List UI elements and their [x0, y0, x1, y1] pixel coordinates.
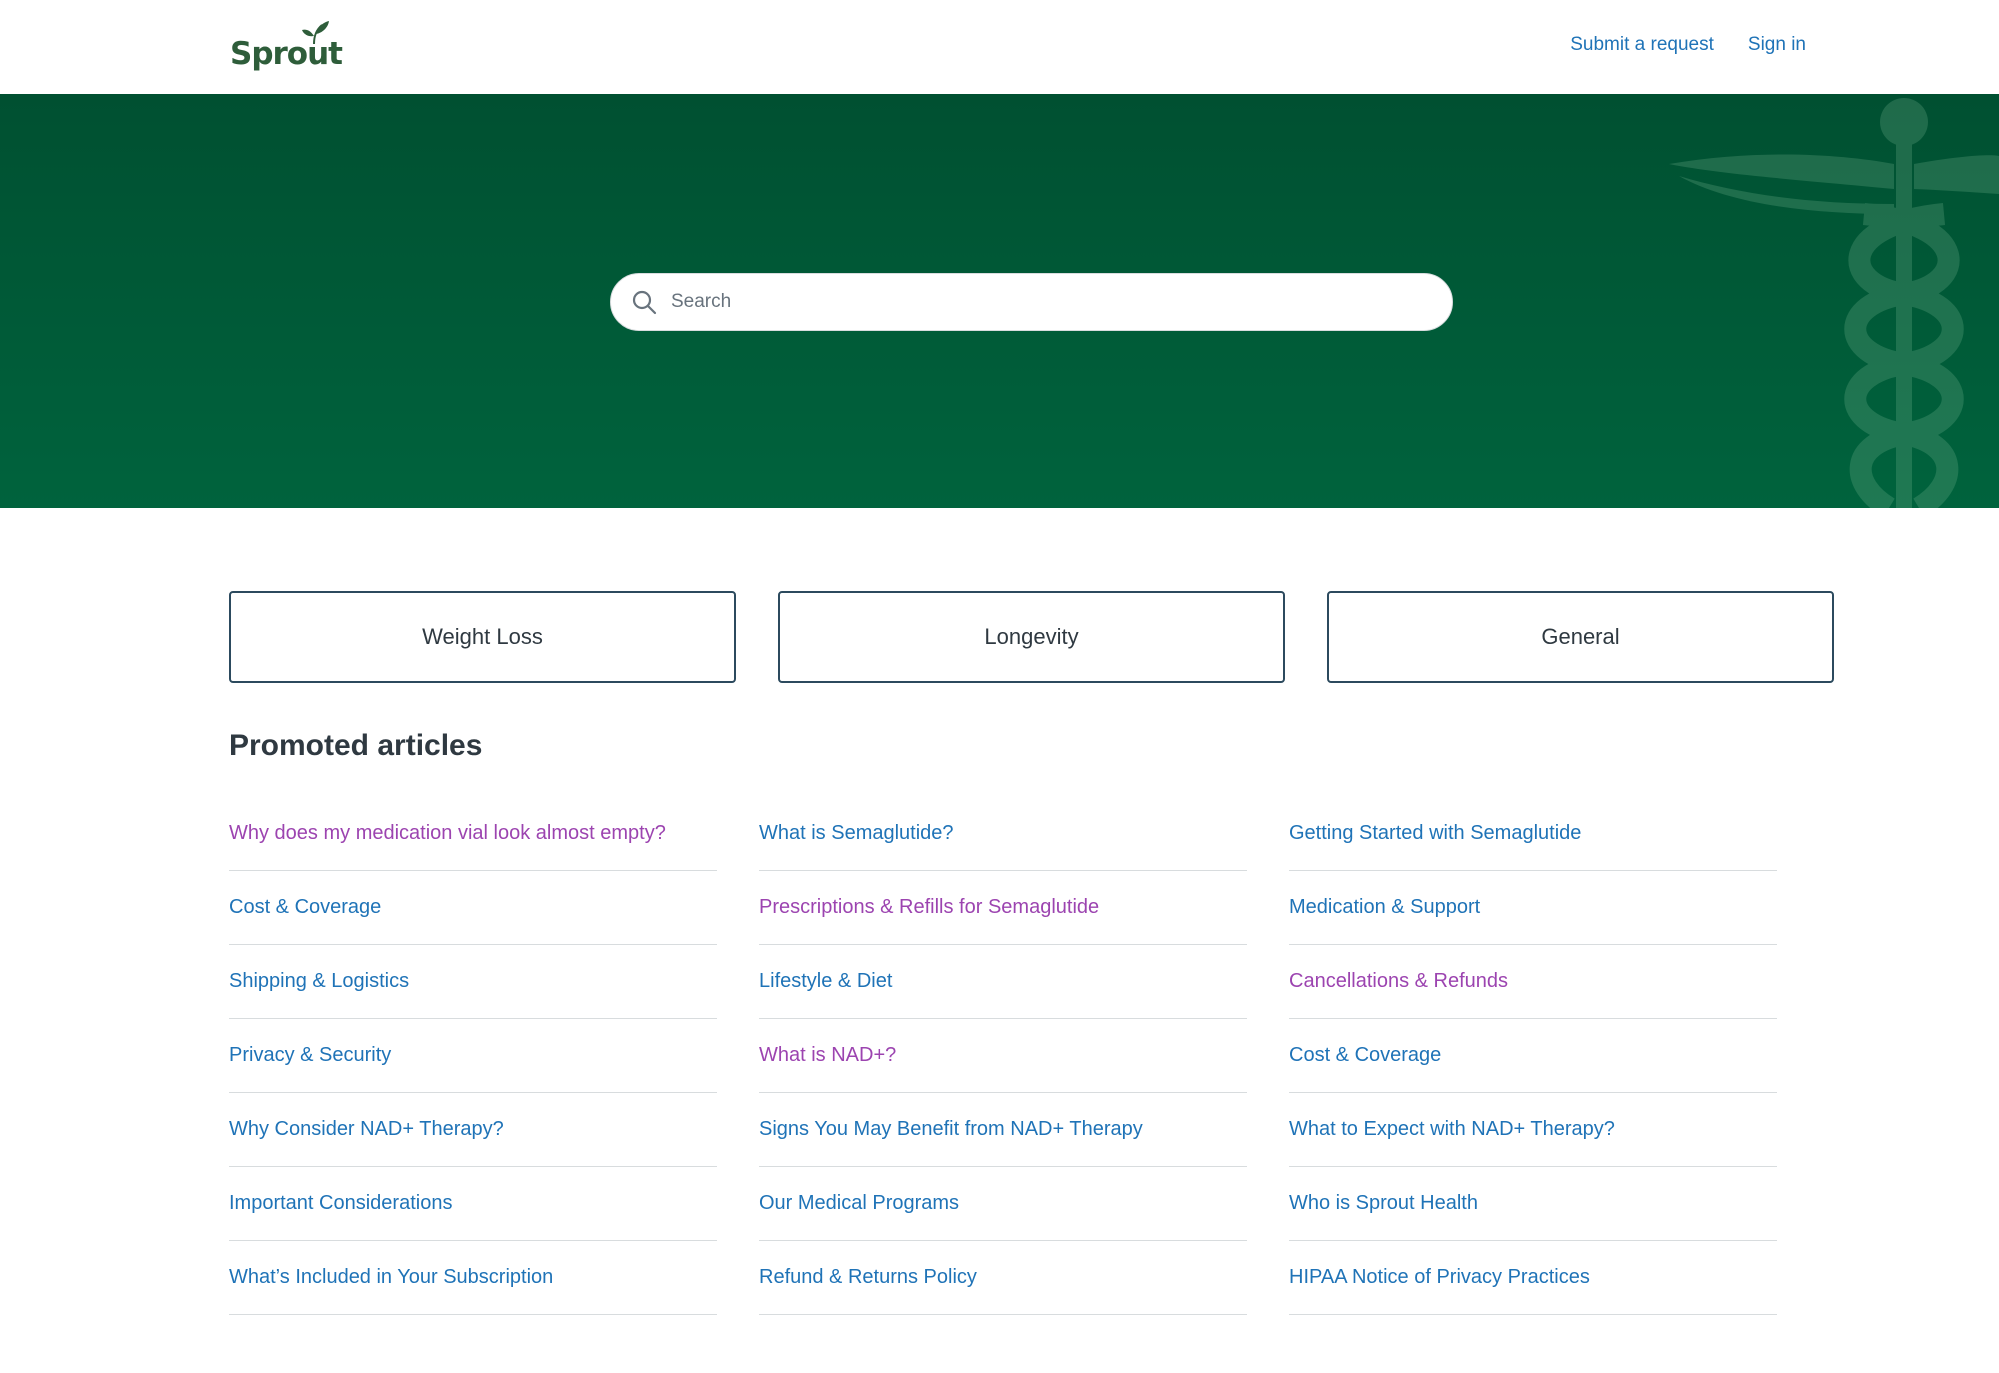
article-link[interactable]: Refund & Returns Policy — [759, 1266, 977, 1289]
article-link[interactable]: Signs You May Benefit from NAD+ Therapy — [759, 1118, 1143, 1141]
article-link[interactable]: Privacy & Security — [229, 1044, 391, 1067]
article-link[interactable]: Medication & Support — [1289, 896, 1480, 919]
list-item: Shipping & Logistics — [229, 945, 717, 1019]
list-item: Why does my medication vial look almost … — [229, 797, 717, 871]
promoted-articles-list: Why does my medication vial look almost … — [229, 797, 1777, 1315]
article-column-2: What is Semaglutide? Prescriptions & Ref… — [759, 797, 1247, 1315]
article-link[interactable]: What is NAD+? — [759, 1044, 896, 1067]
promoted-articles-heading: Promoted articles — [229, 729, 483, 762]
list-item: Medication & Support — [1289, 871, 1777, 945]
list-item: Signs You May Benefit from NAD+ Therapy — [759, 1093, 1247, 1167]
category-longevity[interactable]: Longevity — [778, 591, 1285, 683]
article-link[interactable]: What’s Included in Your Subscription — [229, 1266, 553, 1289]
category-general[interactable]: General — [1327, 591, 1834, 683]
article-link[interactable]: Why does my medication vial look almost … — [229, 822, 666, 845]
leaf-icon — [302, 21, 329, 45]
list-item: Cancellations & Refunds — [1289, 945, 1777, 1019]
list-item: Cost & Coverage — [229, 871, 717, 945]
article-column-1: Why does my medication vial look almost … — [229, 797, 717, 1315]
list-item: Cost & Coverage — [1289, 1019, 1777, 1093]
article-link[interactable]: Our Medical Programs — [759, 1192, 959, 1215]
list-item: Getting Started with Semaglutide — [1289, 797, 1777, 871]
list-item: Important Considerations — [229, 1167, 717, 1241]
article-column-3: Getting Started with Semaglutide Medicat… — [1289, 797, 1777, 1315]
list-item: Who is Sprout Health — [1289, 1167, 1777, 1241]
category-weight-loss[interactable]: Weight Loss — [229, 591, 736, 683]
article-link[interactable]: Shipping & Logistics — [229, 970, 409, 993]
search-bar[interactable] — [610, 273, 1453, 331]
search-input[interactable] — [671, 291, 1431, 313]
article-link[interactable]: Important Considerations — [229, 1192, 452, 1215]
list-item: What is Semaglutide? — [759, 797, 1247, 871]
category-buttons: Weight Loss Longevity General — [229, 591, 1834, 683]
article-link[interactable]: What is Semaglutide? — [759, 822, 954, 845]
article-link[interactable]: Cost & Coverage — [1289, 1044, 1441, 1067]
list-item: Lifestyle & Diet — [759, 945, 1247, 1019]
article-link[interactable]: HIPAA Notice of Privacy Practices — [1289, 1266, 1590, 1289]
article-link[interactable]: Prescriptions & Refills for Semaglutide — [759, 896, 1099, 919]
submit-request-link[interactable]: Submit a request — [1570, 34, 1714, 56]
list-item: What is NAD+? — [759, 1019, 1247, 1093]
article-link[interactable]: Cancellations & Refunds — [1289, 970, 1508, 993]
sign-in-link[interactable]: Sign in — [1748, 34, 1806, 56]
sprout-logo[interactable]: Sprout — [230, 20, 343, 70]
article-link[interactable]: What to Expect with NAD+ Therapy? — [1289, 1118, 1615, 1141]
list-item: Our Medical Programs — [759, 1167, 1247, 1241]
caduceus-icon — [1669, 98, 1999, 508]
article-link[interactable]: Cost & Coverage — [229, 896, 381, 919]
list-item: HIPAA Notice of Privacy Practices — [1289, 1241, 1777, 1315]
list-item: What to Expect with NAD+ Therapy? — [1289, 1093, 1777, 1167]
list-item: Refund & Returns Policy — [759, 1241, 1247, 1315]
article-link[interactable]: Who is Sprout Health — [1289, 1192, 1478, 1215]
list-item: Privacy & Security — [229, 1019, 717, 1093]
article-link[interactable]: Why Consider NAD+ Therapy? — [229, 1118, 504, 1141]
article-link[interactable]: Getting Started with Semaglutide — [1289, 822, 1581, 845]
hero-banner — [0, 94, 1999, 508]
site-header: Sprout Submit a request Sign in — [0, 0, 1999, 94]
list-item: Prescriptions & Refills for Semaglutide — [759, 871, 1247, 945]
article-link[interactable]: Lifestyle & Diet — [759, 970, 892, 993]
search-icon — [632, 290, 657, 315]
list-item: What’s Included in Your Subscription — [229, 1241, 717, 1315]
list-item: Why Consider NAD+ Therapy? — [229, 1093, 717, 1167]
header-nav: Submit a request Sign in — [1570, 34, 1806, 56]
